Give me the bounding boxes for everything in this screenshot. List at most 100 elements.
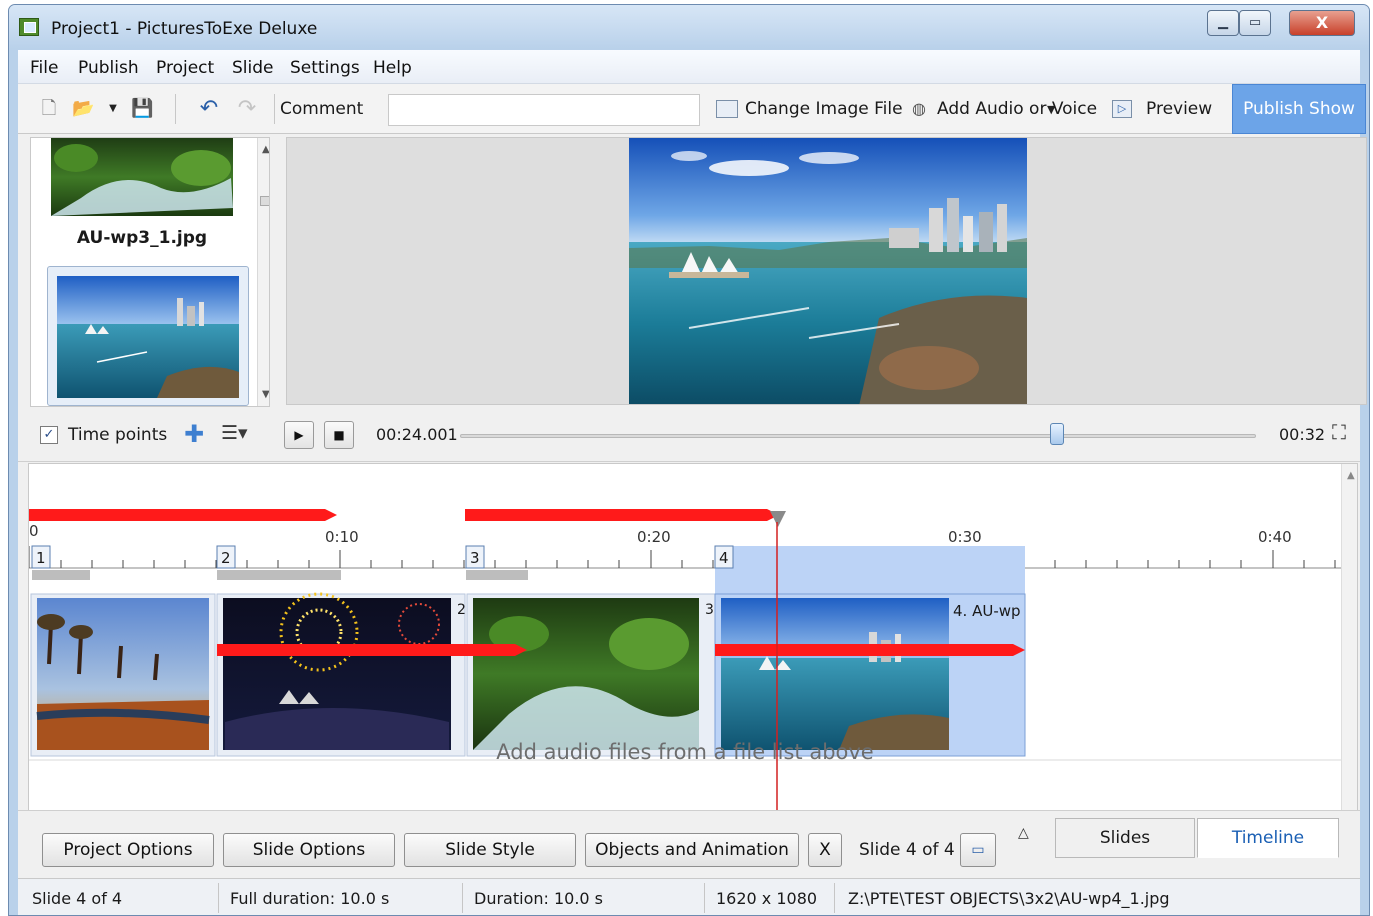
save-icon[interactable]: 💾	[131, 98, 153, 120]
change-image-icon[interactable]	[716, 100, 738, 118]
comment-combobox[interactable]: ▼	[388, 94, 1055, 126]
transition-bar[interactable]	[32, 570, 90, 580]
transition-bar[interactable]	[217, 570, 341, 580]
time-points-label: Time points	[68, 425, 168, 445]
time-point-bar[interactable]	[29, 509, 337, 521]
current-time: 00:24.001	[376, 425, 458, 444]
position-slider[interactable]	[460, 434, 1256, 438]
thumbnail-sydney[interactable]	[57, 276, 239, 398]
slide-counter: Slide 4 of 4	[859, 840, 955, 860]
transition-bar[interactable]	[466, 570, 528, 580]
slide-view-icon[interactable]: ▭	[960, 833, 996, 867]
title-bar[interactable]: Project1 - PicturesToExe Deluxe ▁ ▭ X	[9, 5, 1369, 49]
status-separator	[834, 883, 835, 913]
change-image-button[interactable]: Change Image File	[745, 99, 903, 119]
open-dropdown-icon[interactable]: ▼	[102, 98, 124, 120]
close-button[interactable]: X	[1289, 10, 1355, 36]
status-resolution: 1620 x 1080	[716, 889, 818, 908]
add-time-point-icon[interactable]: ✚	[184, 420, 204, 448]
preview-icon[interactable]: ▷	[1112, 100, 1132, 118]
scroll-thumb[interactable]	[260, 196, 269, 206]
slide-list-panel: AU-wp3_1.jpg ▲ ▼	[30, 137, 270, 407]
playhead-marker[interactable]	[770, 511, 786, 527]
scroll-down-icon[interactable]: ▼	[262, 389, 269, 400]
motion-bar[interactable]	[217, 644, 527, 656]
status-separator	[218, 883, 219, 913]
add-audio-button[interactable]: Add Audio or Voice	[937, 99, 1097, 119]
scroll-up-icon[interactable]: ▲	[262, 144, 269, 155]
status-separator	[462, 883, 463, 913]
client-area: File Publish Project Slide Settings Help…	[18, 50, 1367, 915]
status-separator	[704, 883, 705, 913]
slide-number: 4	[719, 549, 729, 567]
menu-help[interactable]: Help	[373, 58, 412, 78]
time-points-checkbox[interactable]: ✓	[40, 426, 58, 444]
window-title: Project1 - PicturesToExe Deluxe	[51, 19, 318, 39]
thumbnail-waterfall[interactable]	[51, 138, 233, 218]
app-logo-icon	[19, 18, 39, 36]
app-window: Project1 - PicturesToExe Deluxe ▁ ▭ X Fi…	[8, 4, 1370, 916]
menu-project[interactable]: Project	[156, 58, 214, 78]
scroll-up-icon[interactable]: ▲	[1347, 470, 1355, 481]
slide-number: 1	[36, 549, 46, 567]
audio-icon[interactable]: ◍	[908, 98, 930, 120]
undo-icon[interactable]: ↶	[198, 98, 220, 120]
comment-label: Comment	[280, 99, 364, 119]
motion-bar[interactable]	[715, 644, 1025, 656]
toolbar-separator	[175, 94, 176, 124]
slide-preview[interactable]	[286, 137, 1367, 405]
preview-button[interactable]: Preview	[1146, 99, 1212, 119]
audio-drop-hint: Add audio files from a file list above	[496, 740, 874, 764]
fullscreen-icon[interactable]: ⛶	[1332, 420, 1346, 444]
play-button[interactable]: ▶	[284, 421, 314, 449]
status-full-duration: Full duration: 10.0 s	[230, 889, 390, 908]
ruler-label-30: 0:30	[948, 528, 982, 546]
menu-settings[interactable]: Settings	[290, 58, 360, 78]
menu-bar: File Publish Project Slide Settings Help	[18, 50, 1360, 84]
bottom-button-bar: Project Options Slide Options Slide Styl…	[18, 810, 1360, 878]
publish-show-button[interactable]: Publish Show	[1232, 84, 1366, 134]
slide-style-button[interactable]: Slide Style	[404, 833, 576, 867]
ruler-label-40: 0:40	[1258, 528, 1292, 546]
slide-corner-label: 2	[457, 602, 466, 618]
status-slide: Slide 4 of 4	[32, 889, 123, 908]
toolbar-separator	[274, 94, 275, 124]
project-options-button[interactable]: Project Options	[42, 833, 214, 867]
ruler-label-10: 0:10	[325, 528, 359, 546]
ruler-label-20: 0:20	[637, 528, 671, 546]
list-menu-icon[interactable]: ☰▾	[221, 422, 248, 444]
redo-icon: ↷	[237, 96, 257, 121]
menu-file[interactable]: File	[30, 58, 58, 78]
slide-options-button[interactable]: Slide Options	[223, 833, 395, 867]
slide-corner-label: 4. AU-wp	[953, 602, 1021, 620]
ruler-label-0: 0	[29, 522, 39, 540]
slide-list-scrollbar[interactable]: ▲ ▼	[257, 138, 269, 406]
preview-image	[629, 138, 1027, 404]
minimize-button[interactable]: ▁	[1207, 10, 1239, 36]
time-point-bar[interactable]	[465, 509, 779, 521]
total-time: 00:32	[1279, 425, 1326, 444]
timeline-panel[interactable]: 0 0:10 0:20 0:30 0:40 1 2 3 4 2 3 4. AU-…	[28, 463, 1358, 853]
open-folder-icon[interactable]: 📂	[72, 98, 94, 120]
slide-corner-label: 3	[705, 602, 714, 618]
toolbar: 🗋 📂 ▼ 💾 ↶ ↷ Comment ▼ Change Image File …	[18, 84, 1366, 134]
timeline-vertical-scrollbar[interactable]: ▲ ▼	[1341, 464, 1357, 836]
tab-timeline[interactable]: Timeline	[1197, 818, 1339, 858]
slide-number: 3	[470, 549, 480, 567]
thumbnail-filename: AU-wp3_1.jpg	[76, 228, 208, 248]
timeline-canvas[interactable]: 0 0:10 0:20 0:30 0:40 1 2 3 4 2 3 4. AU-…	[29, 464, 1341, 836]
menu-slide[interactable]: Slide	[232, 58, 274, 78]
status-path: Z:\PTE\TEST OBJECTS\3x2\AU-wp4_1.jpg	[848, 889, 1170, 908]
menu-publish[interactable]: Publish	[78, 58, 139, 78]
objects-animation-button[interactable]: Objects and Animation	[585, 833, 799, 867]
new-file-icon[interactable]: 🗋	[38, 98, 60, 120]
stop-button[interactable]: ■	[324, 421, 354, 449]
close-x-button[interactable]: X	[808, 833, 842, 867]
slide-number: 2	[221, 549, 231, 567]
maximize-button[interactable]: ▭	[1239, 10, 1271, 36]
status-bar: Slide 4 of 4 Full duration: 10.0 s Durat…	[18, 878, 1360, 915]
tab-slides[interactable]: Slides	[1055, 818, 1195, 858]
status-duration: Duration: 10.0 s	[474, 889, 604, 908]
position-slider-handle[interactable]	[1050, 423, 1064, 445]
collapse-triangle-icon[interactable]: △	[1018, 825, 1029, 841]
